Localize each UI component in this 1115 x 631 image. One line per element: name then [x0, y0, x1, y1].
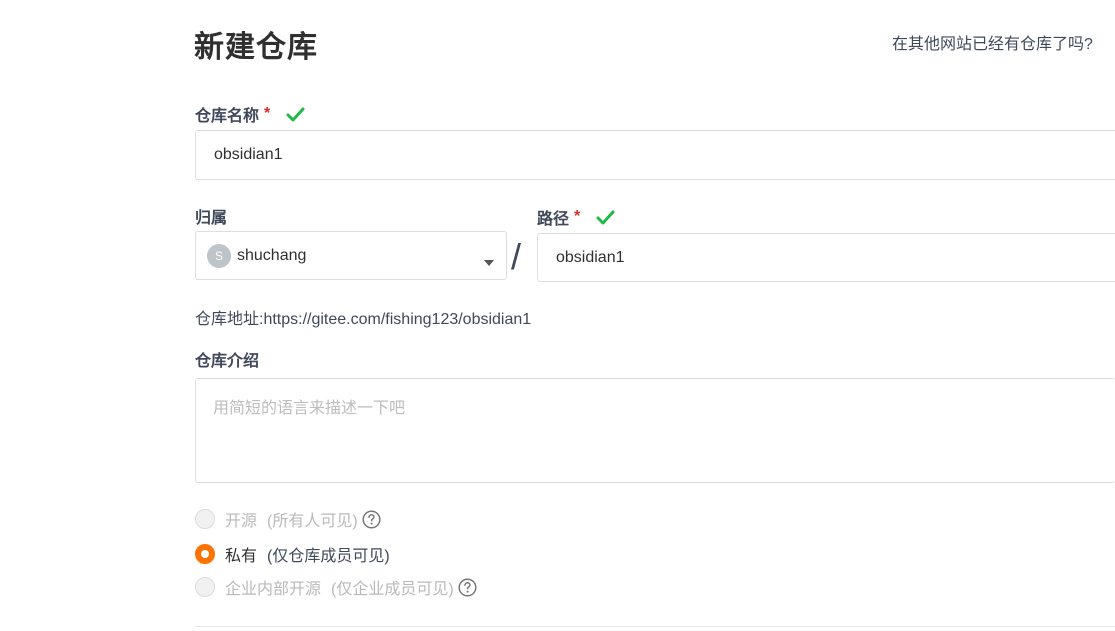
- page-title: 新建仓库: [194, 31, 318, 64]
- owner-select[interactable]: S shuchang: [195, 231, 507, 280]
- visibility-option-label: 企业内部开源: [225, 581, 322, 598]
- import-repository-link[interactable]: 在其他网站已经有仓库了吗?: [892, 30, 1093, 54]
- new-repository-page: 新建仓库 在其他网站已经有仓库了吗? 仓库名称 * 归属 S shuchang …: [0, 0, 1115, 631]
- visibility-option-hint: (所有人可见): [267, 513, 358, 530]
- owner-name: shuchang: [237, 246, 307, 264]
- visibility-option-label: 私有: [225, 548, 258, 565]
- repo-address-label: 仓库地址:: [195, 311, 264, 328]
- visibility-option-open-source[interactable]: 开源 (所有人可见): [195, 507, 381, 531]
- owner-label-row: 归属: [195, 204, 227, 228]
- radio-button[interactable]: [195, 509, 215, 529]
- question-circle-icon[interactable]: [458, 577, 477, 597]
- required-mark: *: [264, 105, 271, 122]
- path-label: 路径: [537, 211, 570, 228]
- visibility-option-enterprise[interactable]: 企业内部开源 (仅企业成员可见): [195, 575, 477, 599]
- description-label-row: 仓库介绍: [195, 347, 259, 371]
- radio-button-checked[interactable]: [195, 544, 215, 564]
- required-mark: *: [574, 208, 581, 225]
- repo-address-url: https://gitee.com/fishing123/obsidian1: [263, 311, 532, 328]
- caret-down-icon: [484, 253, 494, 271]
- visibility-option-label: 开源: [225, 513, 258, 530]
- check-icon: [596, 210, 615, 225]
- repo-path-input[interactable]: [537, 233, 1115, 282]
- path-label-row: 路径 *: [537, 205, 615, 229]
- repo-name-label-row: 仓库名称 *: [195, 102, 305, 126]
- divider: [195, 626, 1115, 627]
- owner-path-separator: /: [511, 236, 522, 277]
- visibility-option-hint: (仅仓库成员可见): [267, 548, 390, 565]
- visibility-option-hint: (仅企业成员可见): [331, 581, 454, 598]
- description-textarea[interactable]: [195, 378, 1115, 483]
- repo-name-label: 仓库名称: [195, 108, 260, 125]
- repo-address: 仓库地址:https://gitee.com/fishing123/obsidi…: [195, 305, 531, 329]
- repo-name-input[interactable]: [195, 130, 1115, 180]
- avatar: S: [207, 243, 231, 268]
- owner-label: 归属: [195, 210, 228, 227]
- visibility-option-private[interactable]: 私有 (仅仓库成员可见): [195, 542, 390, 566]
- check-icon: [286, 107, 305, 122]
- radio-button[interactable]: [195, 577, 215, 597]
- description-label: 仓库介绍: [195, 353, 260, 370]
- question-circle-icon[interactable]: [362, 509, 381, 529]
